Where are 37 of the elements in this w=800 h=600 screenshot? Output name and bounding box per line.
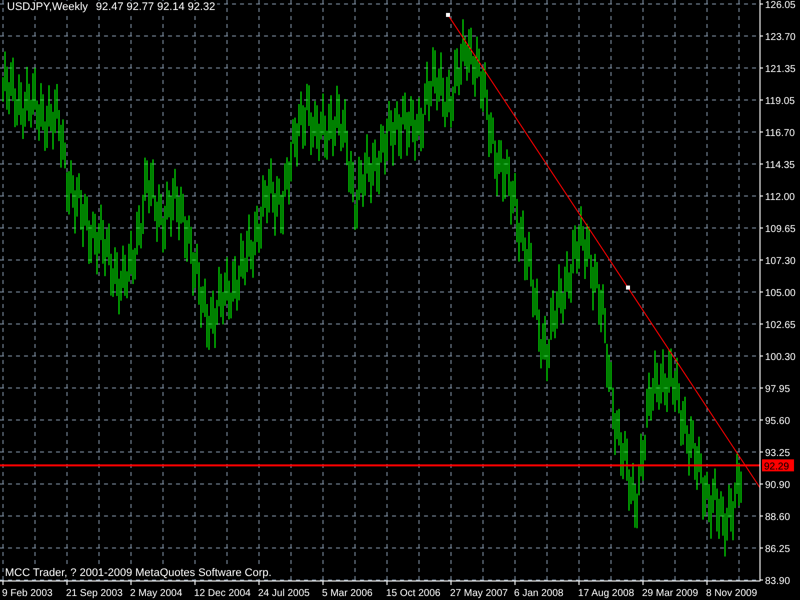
date-label: 29 Mar 2009 <box>642 588 698 599</box>
copyright-text: MCC Trader, ? 2001-2009 MetaQuotes Software Corp. <box>5 567 272 579</box>
price-label: 100.30 <box>765 352 796 363</box>
date-label: 15 Oct 2006 <box>386 588 440 599</box>
price-label: 112.00 <box>765 192 795 203</box>
date-label: 5 Mar 2006 <box>322 588 373 599</box>
price-label: 105.00 <box>765 288 796 299</box>
price-label: 121.35 <box>765 64 796 75</box>
price-label: 109.65 <box>765 224 796 235</box>
price-label: 95.60 <box>765 416 790 427</box>
date-label: 2 May 2004 <box>130 588 182 599</box>
date-label: 27 May 2007 <box>450 588 508 599</box>
price-label: 88.60 <box>765 512 790 523</box>
price-label: 102.65 <box>765 320 796 331</box>
price-label: 119.05 <box>765 96 795 107</box>
horizontal-line[interactable] <box>0 464 760 466</box>
date-label: 8 Nov 2009 <box>706 588 758 599</box>
price-label: 114.35 <box>765 160 795 171</box>
price-label: 123.70 <box>765 32 796 43</box>
date-label: 17 Aug 2008 <box>578 588 634 599</box>
quote-values: 92.47 92.77 92.14 92.32 <box>96 1 216 13</box>
price-label: 86.25 <box>765 544 790 555</box>
date-label: 21 Sep 2003 <box>66 588 123 599</box>
date-label: 24 Jul 2005 <box>258 588 310 599</box>
price-label: 126.05 <box>765 0 796 11</box>
price-label: 83.90 <box>765 576 790 587</box>
price-label: 97.95 <box>765 384 790 395</box>
price-label: 93.25 <box>765 448 790 459</box>
price-label: 90.90 <box>765 480 790 491</box>
price-label: 116.70 <box>765 128 795 139</box>
symbol-label: USDJPY,Weekly <box>7 1 88 13</box>
trend-line[interactable] <box>446 12 760 488</box>
price-label: 107.30 <box>765 256 796 267</box>
date-label: 6 Jan 2008 <box>514 588 564 599</box>
date-label: 9 Feb 2003 <box>2 588 53 599</box>
price-marker: 92.29 <box>762 459 794 472</box>
date-label: 12 Dec 2004 <box>194 588 251 599</box>
